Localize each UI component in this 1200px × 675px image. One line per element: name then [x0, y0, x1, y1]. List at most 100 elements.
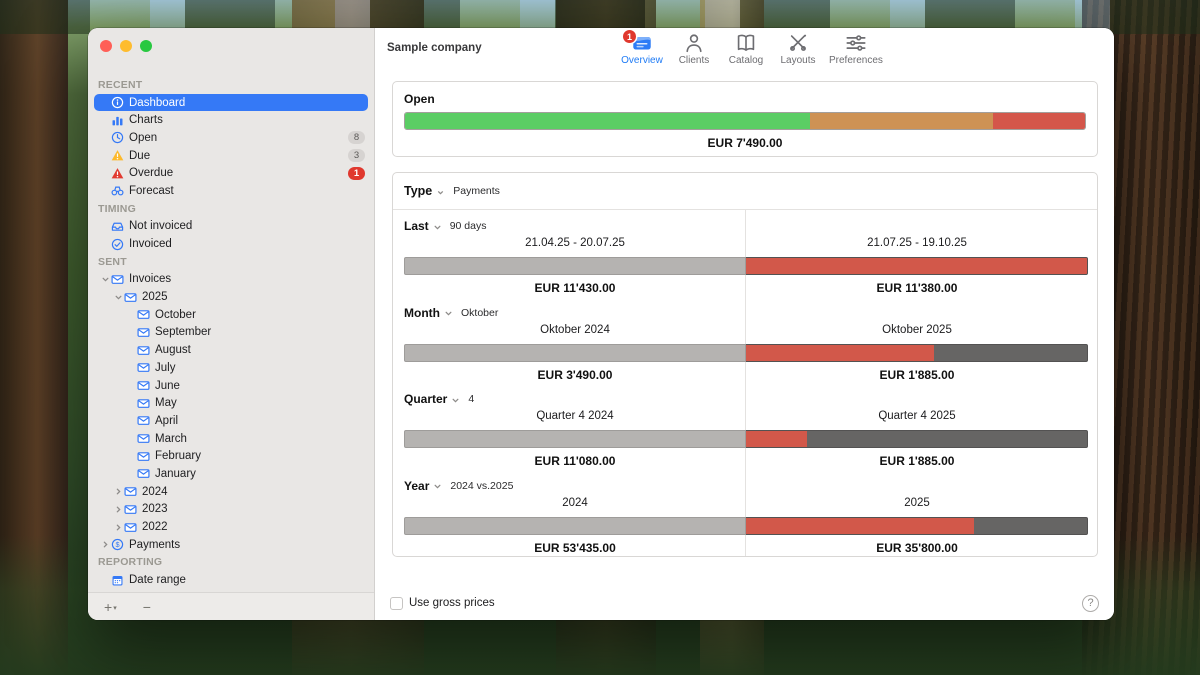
- chevron-down-icon[interactable]: [436, 188, 445, 197]
- sidebar-item-july[interactable]: July: [94, 359, 368, 377]
- sidebar-item-payments[interactable]: $Payments: [94, 536, 368, 554]
- sidebar-item-label: May: [155, 397, 368, 409]
- calendar-icon: [111, 574, 124, 587]
- use-gross-prices-checkbox[interactable]: [390, 597, 403, 610]
- chevron-right-icon[interactable]: [100, 540, 111, 549]
- current-period-bar-fill: [746, 258, 1087, 274]
- sidebar-item-may[interactable]: May: [94, 394, 368, 412]
- sidebar-item-forecast[interactable]: Forecast: [94, 182, 368, 200]
- comparison-row-month: MonthOktoberOktober 2024Oktober 2025EUR …: [393, 297, 1097, 384]
- sidebar-item-september[interactable]: September: [94, 324, 368, 342]
- sidebar-item-february[interactable]: February: [94, 447, 368, 465]
- envelope-icon: [124, 485, 137, 498]
- previous-period-value: EUR 53'435.00: [404, 541, 746, 555]
- envelope-icon: [137, 414, 150, 427]
- warning-icon: [111, 167, 124, 180]
- chevron-down-icon[interactable]: [113, 293, 124, 302]
- toolbar-item-clients[interactable]: Clients: [673, 32, 715, 66]
- main-footer: Use gross prices ?: [375, 586, 1114, 620]
- sidebar-item-label: Not invoiced: [129, 220, 368, 232]
- binoculars-icon: [111, 184, 124, 197]
- envelope-icon: [137, 467, 150, 480]
- previous-period-bar: [404, 430, 746, 448]
- sidebar-item-2023[interactable]: 2023: [94, 501, 368, 519]
- sidebar-item-overdue[interactable]: Overdue1: [94, 164, 368, 182]
- chevron-right-icon[interactable]: [113, 487, 124, 496]
- sidebar-item-invoiced[interactable]: Invoiced: [94, 235, 368, 253]
- sidebar-item-label: Overdue: [129, 167, 348, 179]
- current-period-value: EUR 11'380.00: [746, 281, 1088, 295]
- current-period-value: EUR 35'800.00: [746, 541, 1088, 555]
- row-period-dropdown[interactable]: Quarter4: [404, 392, 474, 406]
- main-content: Sample company 1OverviewClientsCatalogLa…: [375, 28, 1114, 620]
- envelope-icon: [137, 361, 150, 374]
- toolbar-item-layouts[interactable]: Layouts: [777, 32, 819, 66]
- sidebar-item-label: September: [155, 326, 368, 338]
- toolbar-item-overview[interactable]: 1Overview: [621, 32, 663, 66]
- toolbar-item-preferences[interactable]: Preferences: [829, 32, 883, 66]
- sidebar-item-open[interactable]: Open8: [94, 129, 368, 147]
- close-button[interactable]: [100, 40, 112, 52]
- sidebar-item-label: Open: [129, 132, 348, 144]
- open-panel-title: Open: [404, 92, 435, 106]
- sidebar-item-march[interactable]: March: [94, 430, 368, 448]
- envelope-icon: [137, 432, 150, 445]
- clock-icon: [111, 131, 124, 144]
- chevron-down-icon[interactable]: [100, 275, 111, 284]
- sidebar-item-date-range[interactable]: Date range: [94, 571, 368, 589]
- sidebar-item-label: Charts: [129, 114, 368, 126]
- remove-button[interactable]: −: [143, 600, 151, 614]
- sidebar-item-label: February: [155, 450, 368, 462]
- sidebar-item-2022[interactable]: 2022: [94, 518, 368, 536]
- sidebar-item-2025[interactable]: 2025: [94, 288, 368, 306]
- sidebar-item-2024[interactable]: 2024: [94, 483, 368, 501]
- row-param: Oktober: [461, 307, 498, 319]
- help-button[interactable]: ?: [1082, 595, 1099, 612]
- row-period-dropdown[interactable]: MonthOktober: [404, 306, 498, 320]
- current-period-bar: [746, 517, 1088, 535]
- chevron-down-icon: [444, 309, 453, 318]
- zoom-button[interactable]: [140, 40, 152, 52]
- sidebar-item-due[interactable]: Due3: [94, 147, 368, 165]
- current-period-bar: [746, 344, 1088, 362]
- type-dropdown-label[interactable]: Type: [404, 184, 432, 198]
- current-period-bar-fill: [746, 345, 934, 361]
- previous-period-bar: [404, 344, 746, 362]
- chevron-right-icon[interactable]: [113, 523, 124, 532]
- previous-period-caption: 2024: [404, 497, 746, 509]
- sidebar-item-invoices[interactable]: Invoices: [94, 271, 368, 289]
- open-bar-segment-due: [810, 113, 994, 129]
- chevron-down-icon: [433, 482, 442, 491]
- check-circle-icon: [111, 238, 124, 251]
- previous-period-caption: Oktober 2024: [404, 324, 746, 336]
- toolbar-item-catalog[interactable]: Catalog: [725, 32, 767, 66]
- count-badge: 3: [348, 149, 365, 162]
- sidebar-item-dashboard[interactable]: Dashboard: [94, 94, 368, 112]
- row-period-dropdown[interactable]: Last90 days: [404, 219, 486, 233]
- sidebar-item-label: Invoiced: [129, 238, 368, 250]
- row-param: 90 days: [450, 220, 487, 232]
- sidebar-item-charts[interactable]: Charts: [94, 111, 368, 129]
- row-period-dropdown[interactable]: Year2024 vs.2025: [404, 479, 513, 493]
- sidebar-item-april[interactable]: April: [94, 412, 368, 430]
- type-panel-body: Last90 days21.04.25 - 20.07.2521.07.25 -…: [393, 210, 1097, 556]
- minimize-button[interactable]: [120, 40, 132, 52]
- current-period-caption: Oktober 2025: [746, 324, 1088, 336]
- sidebar-item-october[interactable]: October: [94, 306, 368, 324]
- sidebar-item-august[interactable]: August: [94, 341, 368, 359]
- sidebar-item-not-invoiced[interactable]: Not invoiced: [94, 218, 368, 236]
- toolbar-item-label: Overview: [621, 55, 663, 66]
- add-button[interactable]: +▾: [104, 600, 117, 614]
- toolbar-item-label: Preferences: [829, 55, 883, 66]
- envelope-icon: [111, 273, 124, 286]
- sidebar-item-label: 2024: [142, 486, 368, 498]
- chevron-right-icon[interactable]: [113, 505, 124, 514]
- sidebar-item-label: 2022: [142, 521, 368, 533]
- chevron-down-icon: [433, 223, 442, 232]
- bar-chart-icon: [111, 114, 124, 127]
- sidebar-item-label: October: [155, 309, 368, 321]
- sidebar-item-january[interactable]: January: [94, 465, 368, 483]
- sidebar-footer: +▾ −: [88, 592, 374, 620]
- sidebar-item-june[interactable]: June: [94, 377, 368, 395]
- chevron-down-icon: [451, 396, 460, 405]
